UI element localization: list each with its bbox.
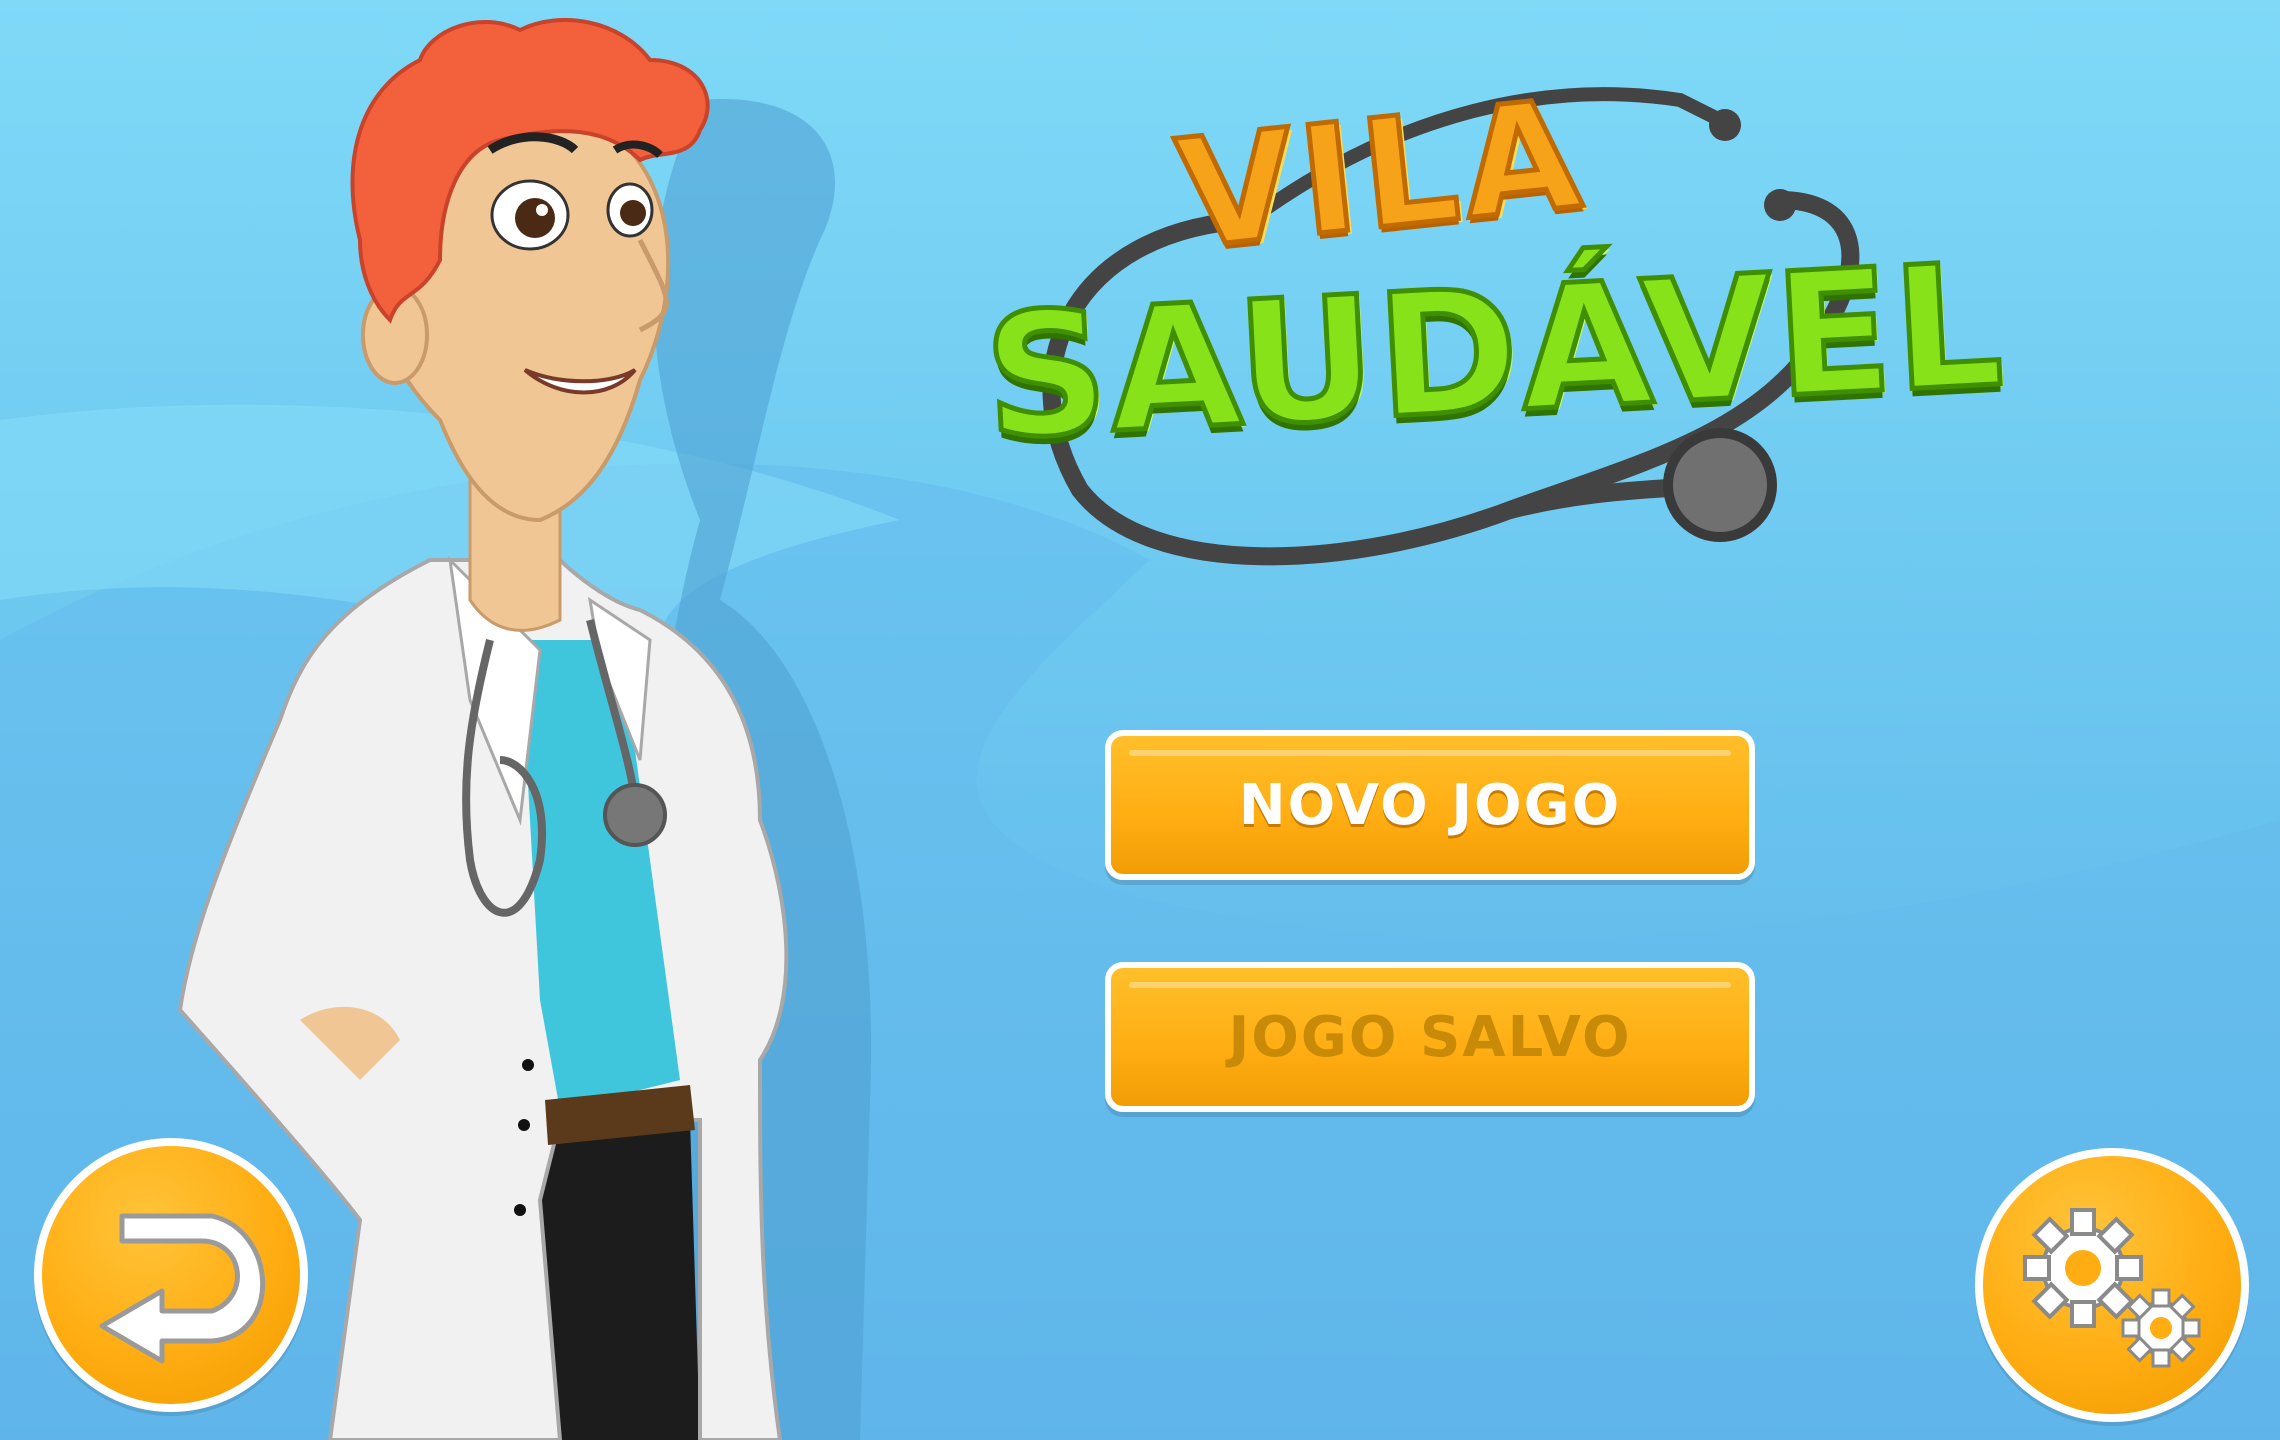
saved-game-label: JOGO SALVO bbox=[1228, 1004, 1632, 1070]
gears-icon bbox=[2023, 1208, 2201, 1368]
saved-game-button[interactable]: JOGO SALVO bbox=[1105, 962, 1755, 1112]
new-game-button[interactable]: NOVO JOGO bbox=[1105, 730, 1755, 880]
back-button[interactable] bbox=[34, 1138, 308, 1412]
title-screen: VILA SAUDÁVEL NOVO JOGO JOGO SALVO bbox=[0, 0, 2280, 1440]
new-game-label: NOVO JOGO bbox=[1238, 772, 1622, 838]
back-arrow-icon bbox=[99, 1213, 266, 1364]
settings-button[interactable] bbox=[1975, 1148, 2249, 1422]
game-logo: VILA SAUDÁVEL bbox=[950, 65, 2011, 630]
